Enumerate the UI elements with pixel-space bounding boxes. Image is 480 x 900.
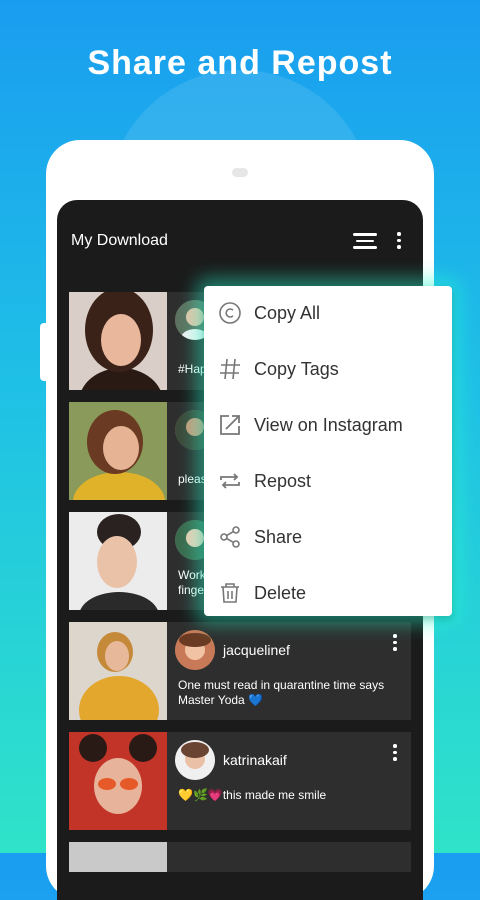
menu-item-label: Copy Tags xyxy=(254,359,339,379)
more-vertical-icon[interactable] xyxy=(391,744,399,764)
phone-side-button xyxy=(40,323,48,381)
post-card-6[interactable] xyxy=(69,842,411,872)
menu-item-label: Share xyxy=(254,527,303,547)
phone-speaker xyxy=(232,168,248,177)
post-thumbnail xyxy=(69,292,167,390)
menu-item-repost[interactable]: Repost xyxy=(204,454,452,510)
post-thumbnail xyxy=(69,512,167,610)
menu-item-label: Copy All xyxy=(254,303,321,323)
post-caption: One must read in quarantine time says Ma… xyxy=(178,678,385,707)
trash-icon xyxy=(221,583,239,603)
post-thumbnail xyxy=(69,732,167,830)
app-bar-title: My Download xyxy=(71,232,168,249)
menu-item-label: View on Instagram xyxy=(254,415,403,435)
app-bar: My Download xyxy=(57,200,423,280)
more-vertical-icon[interactable] xyxy=(391,634,399,654)
menu-item-delete[interactable]: Delete xyxy=(204,566,452,622)
post-card-4[interactable]: jacquelinef One must read in quarantine … xyxy=(69,622,411,720)
post-thumbnail xyxy=(69,842,167,872)
post-thumbnail xyxy=(69,402,167,500)
menu-item-label: Repost xyxy=(254,471,312,491)
menu-item-copy-all[interactable]: Copy All xyxy=(204,286,452,342)
username: katrinakaif xyxy=(223,752,287,768)
context-menu: Copy All Copy Tags View on Instagram Rep… xyxy=(204,286,452,616)
open-external-icon xyxy=(220,415,240,435)
username: jacquelinef xyxy=(223,642,290,658)
avatar[interactable] xyxy=(175,630,215,670)
menu-item-label: Delete xyxy=(254,583,307,603)
post-caption: 💛🌿💗this made me smile xyxy=(178,788,327,802)
copyright-icon xyxy=(219,302,241,324)
post-caption: Work fingers xyxy=(178,568,215,597)
menu-item-copy-tags[interactable]: Copy Tags xyxy=(204,342,452,398)
menu-item-view-on-instagram[interactable]: View on Instagram xyxy=(204,398,452,454)
hashtag-icon xyxy=(220,358,240,380)
avatar[interactable] xyxy=(175,740,215,780)
repost-icon xyxy=(220,473,240,489)
menu-item-share[interactable]: Share xyxy=(204,510,452,566)
post-card-5[interactable]: katrinakaif 💛🌿💗this made me smile xyxy=(69,732,411,830)
page-headline: Share and Repost xyxy=(87,44,393,82)
post-thumbnail xyxy=(69,622,167,720)
more-vertical-icon[interactable] xyxy=(393,232,405,252)
filter-lines-icon[interactable] xyxy=(353,233,377,251)
share-icon xyxy=(220,526,240,548)
